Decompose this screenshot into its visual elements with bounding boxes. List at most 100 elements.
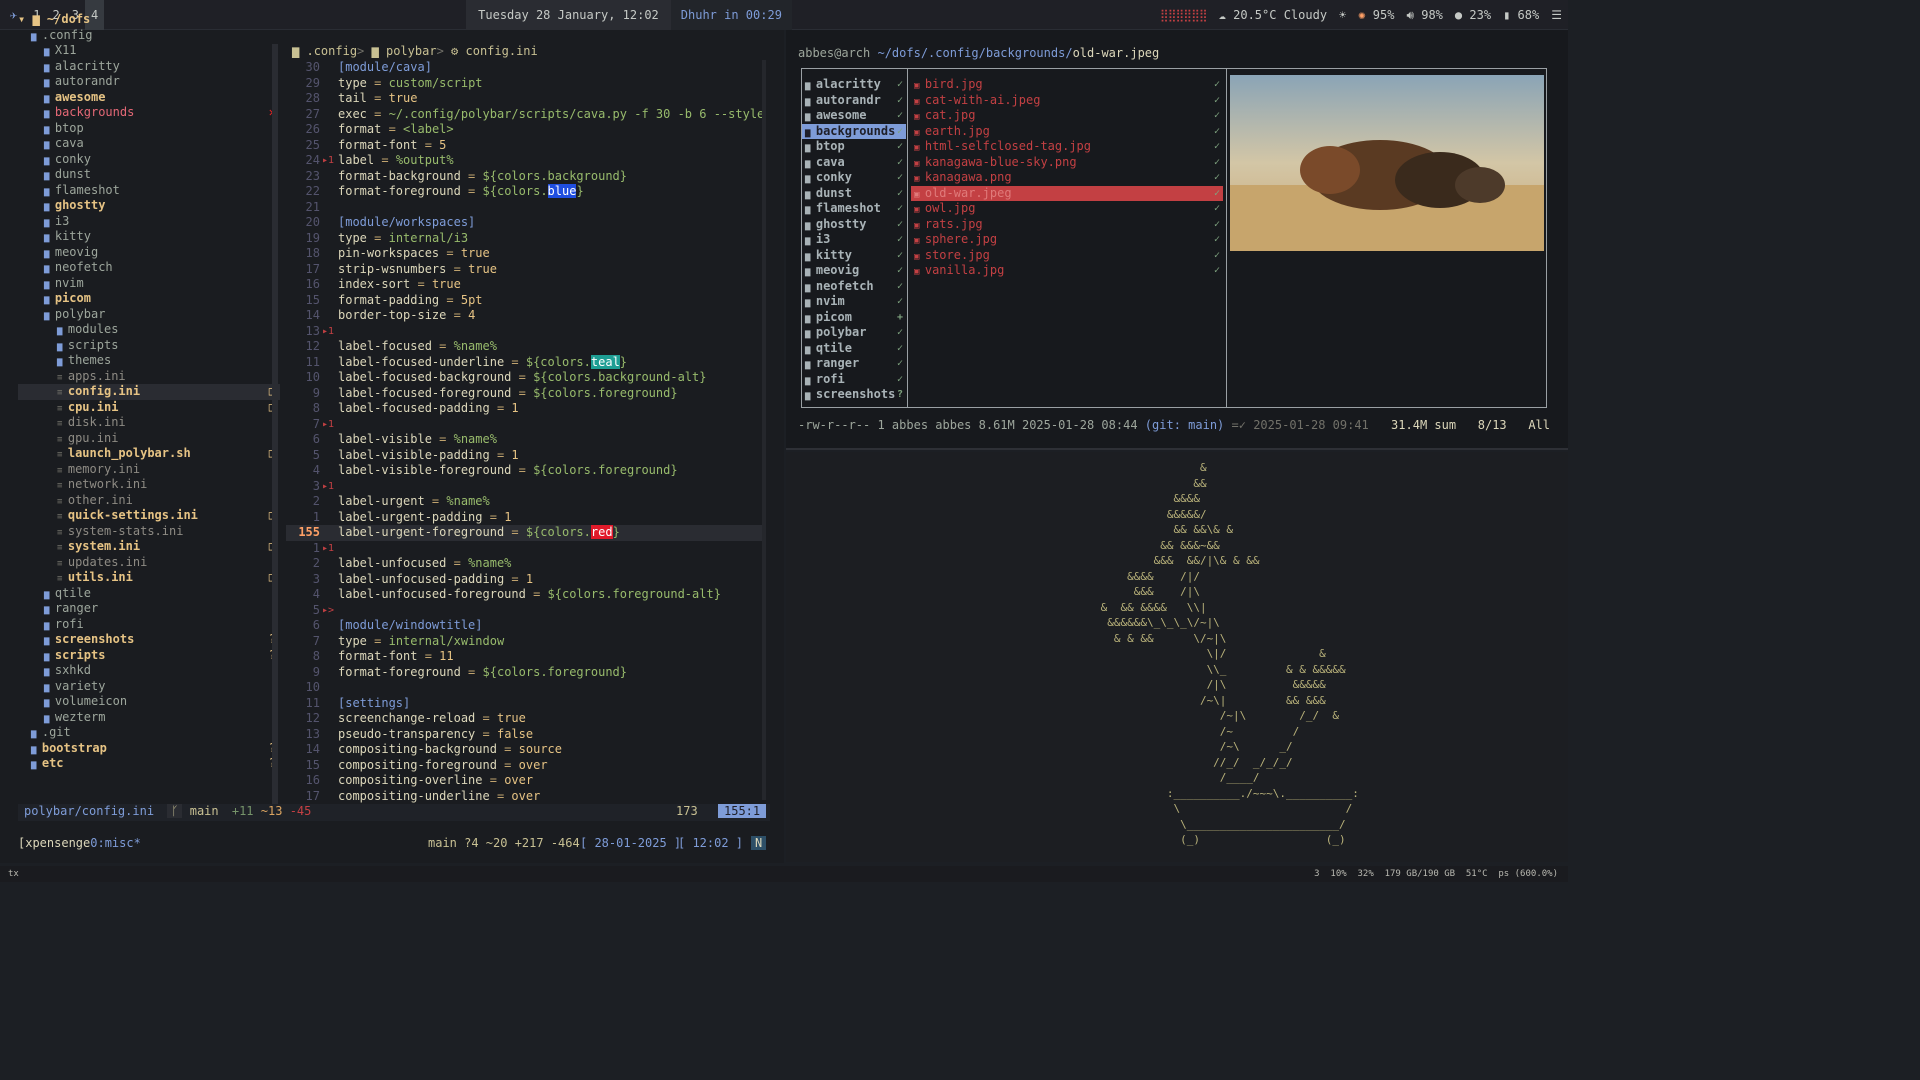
tree-item[interactable]: ▆ neofetch [18,260,280,276]
crumb-config[interactable]: .config [306,44,357,58]
ranger-file-item[interactable]: ▣ store.jpg ✓ [911,248,1223,264]
code-line[interactable]: 10 [286,680,766,696]
sun-icon[interactable]: ☀ [1333,0,1352,30]
tree-item[interactable]: ▆ ghostty [18,198,280,214]
tree-item[interactable]: ▆ .git [18,725,280,741]
code-line[interactable]: 9 label-focused-foreground = ${colors.for… [286,386,766,402]
tree-item[interactable]: ≡ system.ini□ [18,539,280,555]
tree-item[interactable]: ≡ network.ini [18,477,280,493]
code-line[interactable]: 10 label-focused-background = ${colors.ba… [286,370,766,386]
tree-item[interactable]: ▆ volumeicon [18,694,280,710]
ranger-file-item[interactable]: ▣ kanagawa-blue-sky.png ✓ [911,155,1223,171]
code-line[interactable]: 6 [module/windowtitle] [286,618,766,634]
code-line[interactable]: 1 ▸1 [286,541,766,557]
ranger-dir-item[interactable]: ▆ rofi ✓ [802,372,906,388]
code-line[interactable]: 21 [286,200,766,216]
tree-item[interactable]: ▆ alacritty [18,59,280,75]
ranger-dir-item[interactable]: ▆ cava ✓ [802,155,906,171]
tree-item[interactable]: ≡ launch_polybar.sh□ [18,446,280,462]
tree-item[interactable]: ≡ gpu.ini [18,431,280,447]
tree-item[interactable]: ▆ variety [18,679,280,695]
code-line[interactable]: 2 label-urgent = %name% [286,494,766,510]
volume[interactable]: 🔊︎ 98% [1400,0,1448,30]
code-line[interactable]: 30 [module/cava] [286,60,766,76]
tree-item[interactable]: ≡ apps.ini [18,369,280,385]
ranger-dir-item[interactable]: ▆ backgrounds ✓ [802,123,906,139]
tree-item[interactable]: ▆ picom [18,291,280,307]
tree-item[interactable]: ≡ utils.ini□ [18,570,280,586]
tree-item[interactable]: ▆ flameshot [18,183,280,199]
code-line[interactable]: 11 [settings] [286,696,766,712]
code-line[interactable]: 5 ▸> [286,603,766,619]
code-line[interactable]: 13 ▸1 [286,324,766,340]
tmux-window[interactable]: 0:misc* [90,836,141,850]
code-line[interactable]: 5 label-visible-padding = 1 [286,448,766,464]
code-line[interactable]: 2 label-unfocused = %name% [286,556,766,572]
tree-item[interactable]: ▆ i3 [18,214,280,230]
code-line[interactable]: 14 compositing-background = source [286,742,766,758]
code-line[interactable]: 16 compositing-overline = over [286,773,766,789]
ranger-dir-item[interactable]: ▆ conky ✓ [802,170,906,186]
ranger-file-item[interactable]: ▣ kanagawa.png ✓ [911,170,1223,186]
code-line[interactable]: 13 pseudo-transparency = false [286,727,766,743]
ranger-dir-item[interactable]: ▆ flameshot ✓ [802,201,906,217]
ranger-dir-item[interactable]: ▆ picom + [802,310,906,326]
code-line[interactable]: 22 format-foreground = ${colors.blue} [286,184,766,200]
code-line[interactable]: 23 format-background = ${colors.backgroun… [286,169,766,185]
ranger-file-item[interactable]: ▣ html-selfclosed-tag.jpg ✓ [911,139,1223,155]
ranger-dir-item[interactable]: ▆ neofetch ✓ [802,279,906,295]
code-editor[interactable]: 30 [module/cava] 29 type = custom/script 28 t… [286,60,766,835]
tree-item[interactable]: ▆ themes [18,353,280,369]
tree-item[interactable]: ▆ modules [18,322,280,338]
code-line[interactable]: 16 index-sort = true [286,277,766,293]
tree-item[interactable]: ≡ quick-settings.ini□ [18,508,280,524]
tree-item[interactable]: ▆ wezterm [18,710,280,726]
code-line[interactable]: 11 label-focused-underline = ${colors.tea… [286,354,766,371]
tree-item[interactable]: ▆ awesome [18,90,280,106]
code-line[interactable]: 1 label-urgent-padding = 1 [286,510,766,526]
ranger-file-item[interactable]: ▣ rats.jpg ✓ [911,217,1223,233]
code-line[interactable]: 19 type = internal/i3 [286,231,766,247]
tree-item[interactable]: ▆ autorandr [18,74,280,90]
code-line[interactable]: 17 compositing-underline = over [286,789,766,805]
ranger-file-item[interactable]: ▣ sphere.jpg ✓ [911,232,1223,248]
editor-scrollbar[interactable] [762,60,766,800]
menu-icon[interactable]: ☰ [1545,0,1568,30]
tree-item[interactable]: ▆ .config [18,28,280,44]
code-line[interactable]: 8 label-focused-padding = 1 [286,401,766,417]
tree-item[interactable]: ≡ cpu.ini□ [18,400,280,416]
code-line[interactable]: 12 screenchange-reload = true [286,711,766,727]
tree-root[interactable]: ▾ ▆ ~/dofs [18,12,280,28]
crumb-file[interactable]: config.ini [466,44,538,58]
tree-item[interactable]: ▆ screenshots? [18,632,280,648]
code-line[interactable]: 18 pin-workspaces = true [286,246,766,262]
tree-item[interactable]: ≡ system-stats.ini [18,524,280,540]
tree-item[interactable]: ≡ disk.ini [18,415,280,431]
ranger-dir-item[interactable]: ▆ i3 ✓ [802,232,906,248]
code-line[interactable]: 155 label-urgent-foreground = ${colors.re… [286,525,766,541]
tree-item[interactable]: ▆ bootstrap? [18,741,280,757]
tree-item[interactable]: ▆ qtile [18,586,280,602]
tree-item[interactable]: ▆ sxhkd [18,663,280,679]
ranger-dir-item[interactable]: ▆ awesome ✓ [802,108,906,124]
code-line[interactable]: 3 label-unfocused-padding = 1 [286,572,766,588]
ranger-dir-item[interactable]: ▆ ghostty ✓ [802,217,906,233]
tree-item[interactable]: ▆ dunst [18,167,280,183]
ranger-file-item[interactable]: ▣ old-war.jpeg ✓ [911,185,1223,201]
code-line[interactable]: 3 ▸1 [286,479,766,495]
code-line[interactable]: 24 ▸1 label = %output% [286,153,766,169]
tree-item[interactable]: ≡ updates.ini [18,555,280,571]
ranger-dir-item[interactable]: ▆ btop ✓ [802,139,906,155]
tree-item[interactable]: ▆ conky [18,152,280,168]
ranger-dir-item[interactable]: ▆ alacritty ✓ [802,77,906,93]
ranger-dir-item[interactable]: ▆ dunst ✓ [802,186,906,202]
code-line[interactable]: 20 [module/workspaces] [286,215,766,231]
ranger-file-item[interactable]: ▣ cat-with-ai.jpeg ✓ [911,93,1223,109]
code-line[interactable]: 29 type = custom/script [286,76,766,92]
brightness[interactable]: ✺ 95% [1352,0,1400,30]
code-line[interactable]: 7 ▸1 [286,417,766,433]
code-line[interactable]: 6 label-visible = %name% [286,432,766,448]
tree-item[interactable]: ▆ etc? [18,756,280,772]
tree-scrollbar[interactable] [272,44,278,804]
code-line[interactable]: 17 strip-wsnumbers = true [286,262,766,278]
